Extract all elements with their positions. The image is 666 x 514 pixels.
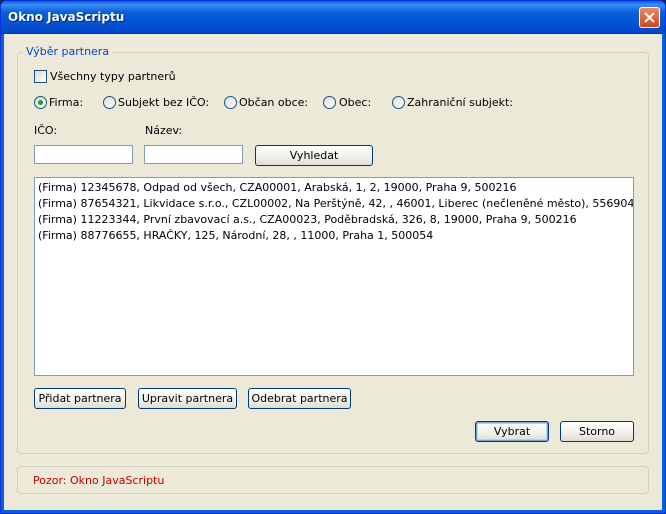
title-bar[interactable]: Okno JavaScriptu (1, 1, 665, 34)
search-button[interactable]: Vyhledat (255, 145, 373, 166)
radio-firma-label[interactable]: Firma: (49, 96, 83, 109)
radio-obcan-obce[interactable] (224, 96, 237, 109)
dialog-window: Okno JavaScriptu Výběr partnera Všechny … (0, 0, 666, 514)
window-border-bottom (1, 510, 665, 513)
partner-results-list[interactable]: (Firma) 12345678, Odpad od všech, CZA000… (34, 177, 634, 376)
radio-subjekt-bez-ico-label[interactable]: Subjekt bez IČO: (118, 96, 209, 109)
add-partner-button[interactable]: Přidat partnera (34, 388, 126, 409)
group-title: Výběr partnera (23, 45, 113, 58)
radio-obec-label[interactable]: Obec: (339, 96, 371, 109)
nazev-input[interactable] (144, 145, 243, 164)
all-types-checkbox[interactable] (34, 70, 47, 83)
window-title: Okno JavaScriptu (8, 10, 125, 24)
ico-input[interactable] (34, 145, 133, 164)
list-item[interactable]: (Firma) 12345678, Odpad od všech, CZA000… (35, 180, 633, 196)
window-border-left (1, 34, 4, 513)
radio-zahranicni-subjekt-label[interactable]: Zahraniční subjekt: (407, 96, 513, 109)
cancel-button[interactable]: Storno (560, 421, 634, 442)
select-button[interactable]: Vybrat (475, 421, 549, 442)
radio-obcan-obce-label[interactable]: Občan obce: (239, 96, 308, 109)
ico-label: IČO: (34, 124, 58, 137)
radio-obec[interactable] (323, 96, 336, 109)
edit-partner-button[interactable]: Upravit partnera (138, 388, 237, 409)
list-item[interactable]: (Firma) 11223344, První zbavovací a.s., … (35, 212, 633, 228)
list-item[interactable]: (Firma) 88776655, HRAČKY, 125, Národní, … (35, 228, 633, 244)
status-text: Pozor: Okno JavaScriptu (33, 474, 165, 487)
close-icon (644, 12, 655, 23)
all-types-label[interactable]: Všechny typy partnerů (50, 70, 176, 83)
radio-zahranicni-subjekt[interactable] (392, 96, 405, 109)
radio-subjekt-bez-ico[interactable] (103, 96, 116, 109)
nazev-label: Název: (145, 124, 183, 137)
window-border-right (662, 34, 665, 513)
radio-firma[interactable] (34, 96, 47, 109)
remove-partner-button[interactable]: Odebrat partnera (248, 388, 351, 409)
close-button[interactable] (639, 7, 660, 28)
list-item[interactable]: (Firma) 87654321, Likvidace s.r.o., CZL0… (35, 196, 633, 212)
